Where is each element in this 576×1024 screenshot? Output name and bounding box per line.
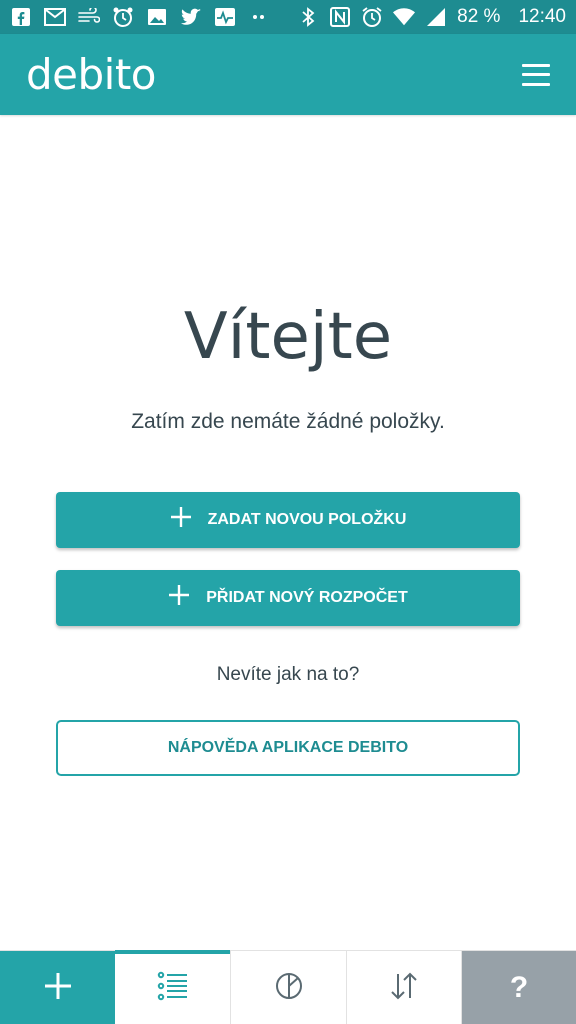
bottom-navigation: ? [0, 950, 576, 1024]
pie-chart-icon [274, 971, 304, 1006]
activity-icon [214, 6, 236, 28]
app-bar: debito [0, 34, 576, 115]
more-dots-icon [248, 6, 270, 28]
nav-tab-chart[interactable] [231, 951, 347, 1024]
empty-state-message: Zatím zde nemáte žádné položky. [131, 410, 445, 433]
clock: 12:40 [518, 6, 566, 27]
alarm-icon [361, 6, 383, 28]
gmail-icon [44, 6, 66, 28]
list-icon [157, 971, 189, 1006]
add-new-item-label: ZADAT NOVOU POLOŽKU [207, 511, 407, 528]
twitter-icon [180, 6, 202, 28]
help-question: Nevíte jak na to? [216, 664, 360, 685]
system-status: 82 % 12:40 [297, 6, 566, 28]
sort-arrows-icon [388, 970, 420, 1007]
photo-icon [146, 6, 168, 28]
menu-line [522, 63, 550, 67]
plus-icon [168, 582, 190, 612]
plus-icon [170, 504, 192, 534]
nav-help-button[interactable]: ? [462, 951, 576, 1024]
add-new-item-button[interactable]: ZADAT NOVOU POLOŽKU [56, 492, 520, 548]
menu-line [522, 73, 550, 76]
hamburger-menu-icon[interactable] [522, 63, 550, 86]
status-bar: 82 % 12:40 [0, 0, 576, 34]
nav-add-button[interactable] [0, 951, 115, 1024]
wind-icon [78, 6, 100, 28]
nav-tab-list[interactable] [115, 950, 231, 1024]
app-help-label: NÁPOVĚDA APLIKACE DEBITO [167, 739, 409, 756]
main-content: Vítejte Zatím zde nemáte žádné položky. … [0, 115, 576, 950]
bluetooth-icon [297, 6, 319, 28]
welcome-title: Vítejte [183, 300, 393, 374]
battery-percent: 82 % [457, 6, 501, 27]
help-icon: ? [509, 971, 529, 1004]
notification-icons [10, 6, 297, 28]
nav-tab-sort[interactable] [347, 951, 462, 1024]
add-new-budget-label: PŘIDAT NOVÝ ROZPOČET [206, 589, 408, 606]
nfc-icon [329, 6, 351, 28]
menu-line [522, 82, 550, 86]
app-help-button[interactable]: NÁPOVĚDA APLIKACE DEBITO [56, 720, 520, 776]
signal-icon [425, 6, 447, 28]
wifi-icon [393, 6, 416, 28]
facebook-icon [10, 6, 32, 28]
alarm-app-icon [112, 6, 134, 28]
app-logo: debito [26, 50, 157, 99]
plus-icon [42, 970, 74, 1007]
add-new-budget-button[interactable]: PŘIDAT NOVÝ ROZPOČET [56, 570, 520, 626]
